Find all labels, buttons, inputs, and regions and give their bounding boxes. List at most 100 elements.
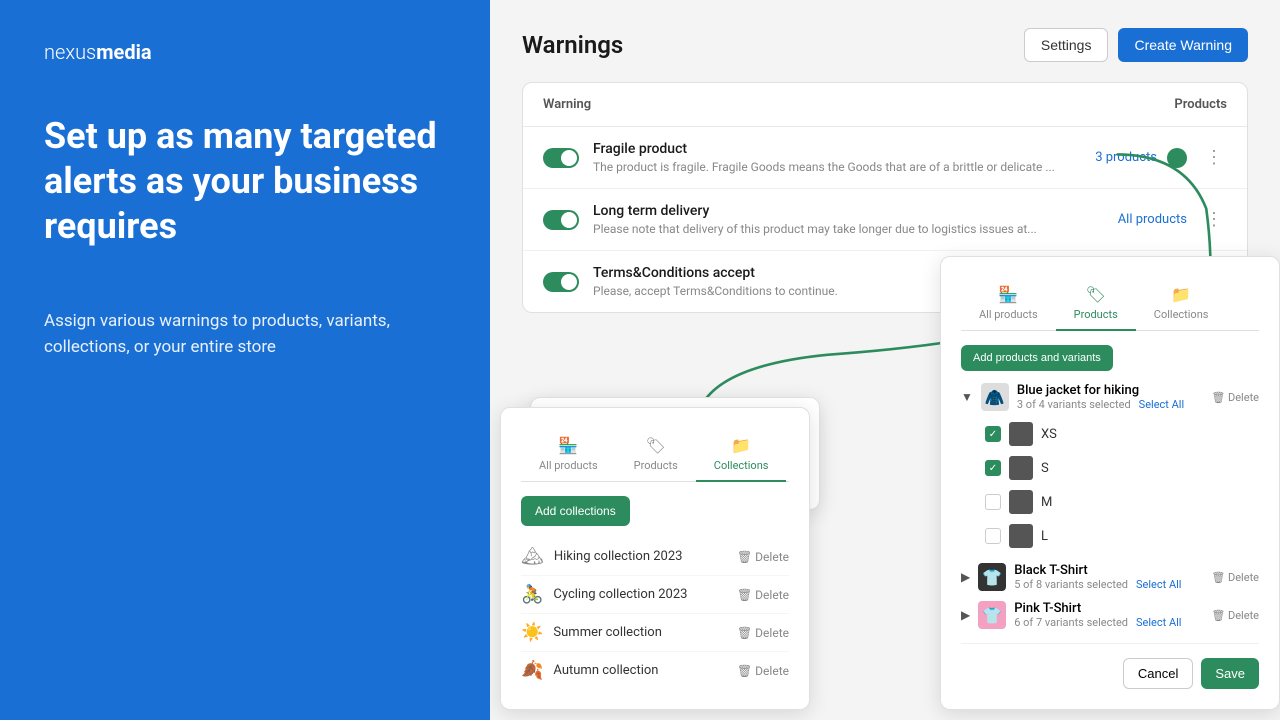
- tab-label: Collections: [1154, 308, 1209, 321]
- variant-checkbox-l[interactable]: [985, 528, 1001, 544]
- collection-img: 🏔: [521, 546, 544, 567]
- chevron-right-icon[interactable]: ▶: [961, 608, 970, 622]
- warning-desc: The product is fragile. Fragile Goods me…: [593, 160, 1081, 174]
- select-all-button[interactable]: Select All: [1139, 398, 1184, 411]
- variant-checkbox-m[interactable]: [985, 494, 1001, 510]
- product-group: ▼ 🧥 Blue jacket for hiking 3 of 4 varian…: [961, 383, 1259, 553]
- collection-img: 🚴: [521, 584, 543, 605]
- logo: nexusmedia: [44, 40, 446, 64]
- collection-name: Summer collection: [553, 625, 727, 640]
- product-image: 🧥: [981, 383, 1009, 411]
- list-item: ☀️ Summer collection 🗑 Delete: [521, 614, 789, 652]
- right-panel: Warnings Settings Create Warning Warning…: [490, 0, 1280, 720]
- tag-icon: 🏷: [1086, 285, 1106, 304]
- tab-collections-prod[interactable]: 📁 Collections: [1136, 277, 1227, 331]
- product-image: 👕: [978, 601, 1006, 629]
- warning-desc: Please note that delivery of this produc…: [593, 222, 1104, 236]
- variant-checkbox-s[interactable]: [985, 460, 1001, 476]
- sub-text: Assign various warnings to products, var…: [44, 309, 446, 360]
- warning-info-longterm: Long term delivery Please note that deli…: [593, 203, 1104, 236]
- active-dot-fragile: [1167, 148, 1187, 168]
- variant-image: [1009, 456, 1033, 480]
- delete-button[interactable]: 🗑 Delete: [737, 588, 789, 602]
- variant-row: L: [961, 519, 1259, 553]
- delete-button[interactable]: 🗑 Delete: [737, 626, 789, 640]
- header-actions: Settings Create Warning: [1024, 28, 1248, 62]
- toggle-terms[interactable]: [543, 272, 579, 292]
- product-header: ▶ 👕 Pink T-Shirt 6 of 7 variants selecte…: [961, 601, 1259, 629]
- list-item: 🏔 Hiking collection 2023 🗑 Delete: [521, 538, 789, 576]
- list-item: 🍂 Autumn collection 🗑 Delete: [521, 652, 789, 689]
- col-products: Products: [1174, 97, 1227, 112]
- tab-label: Collections: [714, 459, 769, 472]
- delete-button[interactable]: 🗑 Delete: [737, 550, 789, 564]
- chevron-right-icon[interactable]: ▶: [961, 570, 970, 584]
- kebab-menu-longterm[interactable]: ⋮: [1201, 205, 1227, 234]
- tab-label: Products: [1074, 308, 1118, 321]
- variant-image: [1009, 524, 1033, 548]
- create-warning-button[interactable]: Create Warning: [1118, 28, 1248, 62]
- variant-name: M: [1041, 495, 1259, 510]
- delete-product-button[interactable]: 🗑 Delete: [1211, 609, 1259, 622]
- variant-image: [1009, 490, 1033, 514]
- store-icon: 🏪: [998, 285, 1018, 304]
- tab-label: All products: [979, 308, 1038, 321]
- add-products-button[interactable]: Add products and variants: [961, 345, 1113, 371]
- tab-products-col[interactable]: 🏷 Products: [616, 428, 696, 482]
- delete-product-button[interactable]: 🗑 Delete: [1211, 391, 1259, 404]
- tag-icon: 🏷: [646, 436, 666, 455]
- cancel-button[interactable]: Cancel: [1123, 658, 1193, 689]
- collection-icon: 📁: [731, 436, 751, 455]
- collection-img: 🍂: [521, 660, 543, 681]
- products-popup: 🏪 All products 🏷 Products 📁 Collections …: [940, 256, 1280, 710]
- add-collections-button[interactable]: Add collections: [521, 496, 630, 526]
- toggle-longterm[interactable]: [543, 210, 579, 230]
- variant-name: XS: [1041, 427, 1259, 442]
- tab-all-products-prod[interactable]: 🏪 All products: [961, 277, 1056, 331]
- variant-row: M: [961, 485, 1259, 519]
- save-button[interactable]: Save: [1201, 658, 1259, 689]
- toggle-fragile[interactable]: [543, 148, 579, 168]
- tab-label: All products: [539, 459, 598, 472]
- warning-products-fragile: 3 products: [1095, 148, 1187, 168]
- tab-bar-products: 🏪 All products 🏷 Products 📁 Collections: [961, 277, 1259, 331]
- product-title: Blue jacket for hiking: [1017, 383, 1203, 398]
- chevron-down-icon[interactable]: ▼: [961, 390, 973, 404]
- delete-product-button[interactable]: 🗑 Delete: [1211, 571, 1259, 584]
- store-icon: 🏪: [558, 436, 578, 455]
- tab-all-products-col[interactable]: 🏪 All products: [521, 428, 616, 482]
- popup-footer: Cancel Save: [961, 643, 1259, 689]
- product-group: ▶ 👕 Black T-Shirt 5 of 8 variants select…: [961, 563, 1259, 591]
- products-link-fragile[interactable]: 3 products: [1095, 150, 1157, 165]
- warning-name: Fragile product: [593, 141, 1081, 157]
- collection-name: Cycling collection 2023: [553, 587, 727, 602]
- tab-label: Products: [634, 459, 678, 472]
- page-title: Warnings: [522, 31, 623, 59]
- select-all-button[interactable]: Select All: [1136, 616, 1181, 629]
- kebab-menu-fragile[interactable]: ⋮: [1201, 143, 1227, 172]
- variant-checkbox-xs[interactable]: [985, 426, 1001, 442]
- variant-name: L: [1041, 529, 1259, 544]
- collection-name: Hiking collection 2023: [554, 549, 727, 564]
- collection-img: ☀️: [521, 622, 543, 643]
- variant-name: S: [1041, 461, 1259, 476]
- tab-products-prod[interactable]: 🏷 Products: [1056, 277, 1136, 331]
- settings-button[interactable]: Settings: [1024, 28, 1109, 62]
- variant-count: 5 of 8 variants selected: [1014, 578, 1128, 591]
- variant-row: XS: [961, 417, 1259, 451]
- collection-name: Autumn collection: [553, 663, 727, 678]
- collection-icon: 📁: [1171, 285, 1191, 304]
- col-warning: Warning: [543, 97, 591, 112]
- product-header: ▼ 🧥 Blue jacket for hiking 3 of 4 varian…: [961, 383, 1259, 411]
- table-header: Warning Products: [523, 83, 1247, 127]
- variant-count: 3 of 4 variants selected: [1017, 398, 1131, 411]
- warning-products-longterm: All products: [1118, 212, 1187, 227]
- tab-bar-collections: 🏪 All products 🏷 Products 📁 Collections: [521, 428, 789, 482]
- product-group: ▶ 👕 Pink T-Shirt 6 of 7 variants selecte…: [961, 601, 1259, 629]
- product-header: ▶ 👕 Black T-Shirt 5 of 8 variants select…: [961, 563, 1259, 591]
- product-title: Pink T-Shirt: [1014, 601, 1203, 616]
- tab-collections-col[interactable]: 📁 Collections: [696, 428, 787, 482]
- products-link-longterm[interactable]: All products: [1118, 212, 1187, 227]
- delete-button[interactable]: 🗑 Delete: [737, 664, 789, 678]
- select-all-button[interactable]: Select All: [1136, 578, 1181, 591]
